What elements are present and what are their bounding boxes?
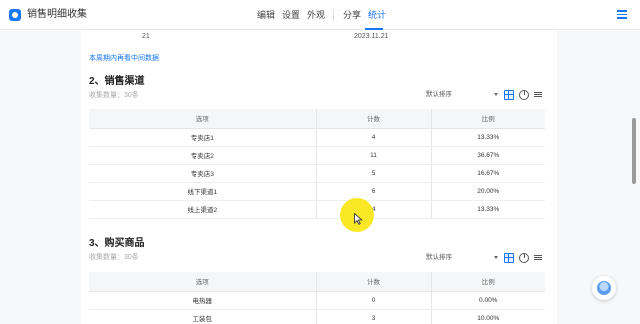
hamburger-menu-icon[interactable] — [617, 10, 627, 19]
column-header-option: 选项 — [89, 109, 316, 129]
sort-dropdown[interactable]: 默认排序 — [426, 90, 498, 100]
column-header-count: 计数 — [315, 109, 431, 129]
cell-ratio: 13.33% — [430, 128, 545, 147]
chevron-down-icon — [494, 256, 498, 259]
column-header-option: 选项 — [89, 272, 316, 292]
tab-settings[interactable]: 设置 — [282, 9, 300, 21]
cell-ratio: 20.00% — [430, 182, 545, 201]
pie-chart-icon[interactable] — [519, 253, 529, 263]
left-gutter — [0, 31, 81, 324]
cell-ratio: 10.00% — [430, 309, 545, 324]
section-2-table: 选项 计数 比例 专卖店1 4 13.33% 专卖店2 11 36.67% 专卖… — [89, 109, 545, 219]
scrollbar-thumb[interactable] — [632, 118, 636, 184]
tab-edit[interactable]: 编辑 — [257, 9, 275, 21]
pie-chart-icon[interactable] — [519, 90, 529, 100]
app-title: 销售明细收集 — [27, 9, 87, 20]
column-header-ratio: 比例 — [430, 109, 545, 129]
table-view-icon[interactable] — [504, 253, 514, 263]
table-row: 电热器 0 0.00% — [89, 291, 545, 310]
active-tab-indicator — [365, 28, 383, 30]
assistant-float-button[interactable] — [592, 276, 616, 300]
mouse-pointer-icon — [354, 213, 363, 225]
cell-ratio: 0.00% — [430, 291, 545, 310]
section-2-title: 2、销售渠道 — [89, 76, 145, 87]
cell-option: 工装包 — [89, 309, 316, 324]
section-2-subtitle: 收集数量：30条 — [89, 92, 139, 99]
chevron-down-icon — [494, 93, 498, 96]
table-row: 专卖店1 4 13.33% — [89, 128, 545, 147]
top-row-value: 21 — [142, 33, 150, 40]
tab-statistics[interactable]: 统计 — [368, 9, 386, 21]
section-3-table: 选项 计数 比例 电热器 0 0.00% 工装包 3 10.00% — [89, 272, 545, 324]
tab-appearance[interactable]: 外观 — [307, 9, 325, 21]
table-row: 专卖店2 11 36.67% — [89, 146, 545, 165]
sort-dropdown-label: 默认排序 — [426, 91, 452, 98]
tab-share[interactable]: 分享 — [343, 9, 361, 21]
cell-count: 3 — [315, 309, 431, 324]
table-row: 线下渠道1 6 20.00% — [89, 182, 545, 201]
section-3-title: 3、购买商品 — [89, 238, 145, 249]
cell-option: 线下渠道1 — [89, 182, 316, 201]
cell-option: 电热器 — [89, 291, 316, 310]
table-row: 专卖店3 5 16.67% — [89, 164, 545, 183]
cell-count: 4 — [315, 128, 431, 147]
app-logo-icon — [9, 9, 21, 21]
table-view-icon[interactable] — [504, 90, 514, 100]
view-details-link[interactable]: 本周期内再看中间数据 — [89, 55, 159, 63]
cell-ratio: 16.67% — [430, 164, 545, 183]
cell-option: 线上渠道2 — [89, 200, 316, 219]
cell-count: 11 — [315, 146, 431, 165]
sort-dropdown[interactable]: 默认排序 — [426, 253, 498, 263]
cell-ratio: 36.67% — [430, 146, 545, 165]
sort-dropdown-label: 默认排序 — [426, 254, 452, 261]
top-row-date: 2023.11.21 — [354, 33, 389, 40]
cell-option: 专卖店1 — [89, 128, 316, 147]
table-row: 工装包 3 10.00% — [89, 309, 545, 324]
cell-option: 专卖店3 — [89, 164, 316, 183]
bar-list-icon[interactable] — [533, 253, 543, 263]
cell-ratio: 13.33% — [430, 200, 545, 219]
tab-divider — [333, 9, 334, 21]
cell-option: 专卖店2 — [89, 146, 316, 165]
section-3-subtitle: 收集数量：30条 — [89, 254, 139, 261]
table-row: 线上渠道2 4 13.33% — [89, 200, 545, 219]
top-bar: 销售明细收集 编辑 设置 外观 分享 统计 — [0, 0, 640, 30]
column-header-ratio: 比例 — [430, 272, 545, 292]
cell-count: 0 — [315, 291, 431, 310]
bar-list-icon[interactable] — [533, 90, 543, 100]
cell-count: 5 — [315, 164, 431, 183]
cell-count: 6 — [315, 182, 431, 201]
column-header-count: 计数 — [315, 272, 431, 292]
